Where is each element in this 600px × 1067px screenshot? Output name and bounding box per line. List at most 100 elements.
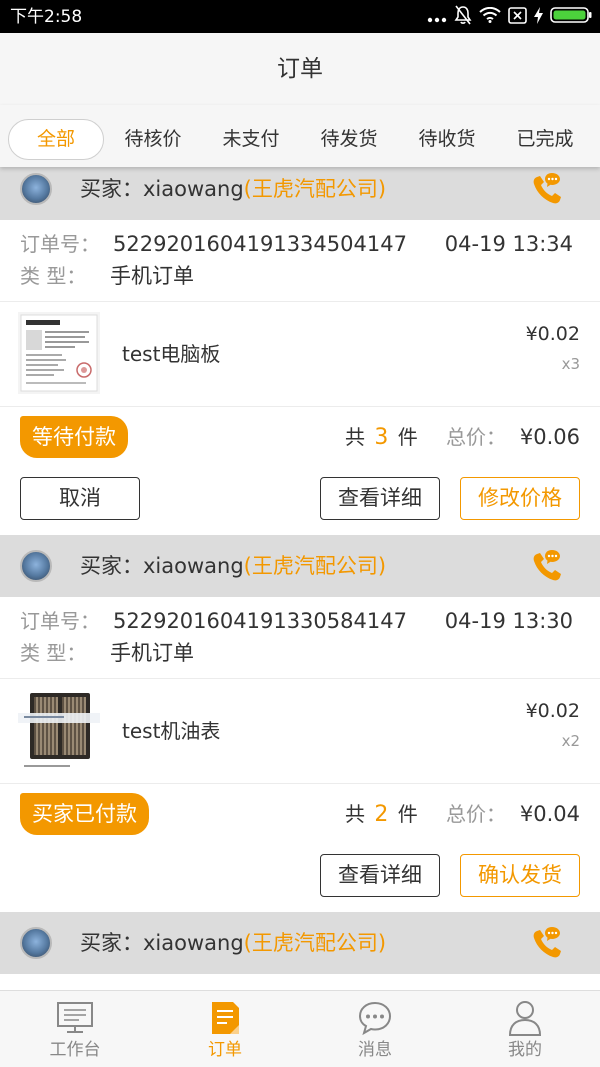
- wifi-icon: [479, 6, 501, 27]
- phone-chat-icon[interactable]: [530, 171, 566, 207]
- tab-to-receive[interactable]: 待收货: [399, 119, 495, 160]
- count-prefix: 共: [345, 425, 365, 449]
- order-summary: 买家已付款 共 2 件 总价： ¥0.04: [0, 784, 600, 844]
- tab-to-ship[interactable]: 待发货: [301, 119, 397, 160]
- tab-completed[interactable]: 已完成: [497, 119, 593, 160]
- product-item[interactable]: test电脑板 ¥0.02 x3: [0, 302, 600, 407]
- avatar: [20, 550, 52, 582]
- order-info: [0, 974, 600, 990]
- phone-chat-icon[interactable]: [530, 925, 566, 961]
- nav-orders[interactable]: 订单: [150, 991, 300, 1067]
- buyer-info: 买家：xiaowang(王虎汽配公司): [80, 535, 386, 597]
- total-price: ¥0.04: [519, 802, 580, 826]
- nav-orders-label: 订单: [208, 1040, 242, 1060]
- tab-pending-price[interactable]: 待核价: [105, 119, 201, 160]
- product-name: test电脑板: [122, 342, 221, 366]
- phone-chat-icon[interactable]: [530, 548, 566, 584]
- total-price: ¥0.06: [519, 425, 580, 449]
- product-quantity: x3: [561, 355, 580, 373]
- order-type: 手机订单: [110, 264, 194, 288]
- status-badge: 买家已付款: [20, 793, 149, 835]
- product-item[interactable]: test机油表 ¥0.02 x2: [0, 679, 600, 784]
- view-details-button[interactable]: 查看详细: [320, 854, 440, 897]
- order-type-label: 类 型：: [20, 641, 87, 665]
- avatar: [20, 927, 52, 959]
- product-thumbnail: [18, 312, 100, 394]
- page-title: 订单: [277, 56, 323, 82]
- nav-messages-label: 消息: [358, 1040, 392, 1060]
- buyer-row: 买家：xiaowang(王虎汽配公司): [0, 535, 600, 597]
- person-icon: [450, 999, 600, 1037]
- nav-profile[interactable]: 我的: [450, 991, 600, 1067]
- order-number-label: 订单号：: [20, 609, 100, 633]
- buyer-company: (王虎汽配公司): [243, 177, 387, 201]
- order-actions: 取消 查看详细 修改价格: [0, 467, 600, 535]
- total-label: 总价：: [446, 802, 506, 826]
- product-name: test机油表: [122, 719, 221, 743]
- no-sim-icon: [508, 6, 527, 28]
- monitor-icon: [0, 999, 150, 1037]
- item-count: 共 3 件: [345, 407, 418, 468]
- order-number: 5229201604191334504147: [113, 232, 407, 256]
- count-suffix: 件: [397, 802, 418, 826]
- confirm-shipment-button[interactable]: 确认发货: [460, 854, 580, 897]
- nav-profile-label: 我的: [508, 1040, 542, 1060]
- buyer-company: (王虎汽配公司): [243, 931, 387, 955]
- buyer-row: 买家：xiaowang(王虎汽配公司): [0, 912, 600, 974]
- item-count: 共 2 件: [345, 784, 418, 845]
- clock: 下午2:58: [10, 7, 83, 27]
- order-time: 04-19 13:34: [444, 232, 573, 256]
- buyer-name: xiaowang: [143, 931, 244, 955]
- avatar: [20, 173, 52, 205]
- buyer-info: 买家：xiaowang(王虎汽配公司): [80, 912, 386, 974]
- status-bar: 下午2:58: [0, 0, 600, 33]
- more-dots-icon: [427, 8, 447, 27]
- order-document-icon: [150, 999, 300, 1037]
- buyer-label: 买家：: [80, 177, 143, 201]
- order-time: 04-19 13:30: [444, 609, 573, 633]
- tab-all[interactable]: 全部: [8, 119, 104, 160]
- order-actions: 查看详细 确认发货: [0, 844, 600, 912]
- order-list[interactable]: 买家：xiaowang(王虎汽配公司) 订单号： 522920160419133…: [0, 167, 600, 990]
- order-card[interactable]: 买家：xiaowang(王虎汽配公司): [0, 912, 600, 990]
- nav-workbench-label: 工作台: [49, 1040, 101, 1060]
- count-prefix: 共: [345, 802, 365, 826]
- order-summary: 等待付款 共 3 件 总价： ¥0.06: [0, 407, 600, 467]
- status-badge: 等待付款: [20, 416, 128, 458]
- modify-price-button[interactable]: 修改价格: [460, 477, 580, 520]
- buyer-info: 买家：xiaowang(王虎汽配公司): [80, 167, 386, 220]
- notifications-muted-icon: [454, 5, 472, 29]
- buyer-row: 买家：xiaowang(王虎汽配公司): [0, 167, 600, 220]
- tab-unpaid[interactable]: 未支付: [203, 119, 299, 160]
- order-number-label: 订单号：: [20, 232, 100, 256]
- product-quantity: x2: [561, 732, 580, 750]
- cancel-button[interactable]: 取消: [20, 477, 140, 520]
- order-type: 手机订单: [110, 641, 194, 665]
- product-thumbnail: [18, 689, 100, 771]
- view-details-button[interactable]: 查看详细: [320, 477, 440, 520]
- count-value: 3: [374, 425, 389, 450]
- buyer-name: xiaowang: [143, 177, 244, 201]
- message-bubble-icon: [300, 999, 450, 1037]
- charging-icon: [534, 6, 543, 28]
- nav-messages[interactable]: 消息: [300, 991, 450, 1067]
- nav-workbench[interactable]: 工作台: [0, 991, 150, 1067]
- count-value: 2: [374, 802, 389, 827]
- battery-icon: [550, 6, 592, 28]
- order-info: 订单号： 5229201604191330584147 04-19 13:30 …: [0, 597, 600, 679]
- order-filter-tabs: 全部 待核价 未支付 待发货 待收货 已完成: [0, 105, 600, 167]
- buyer-label: 买家：: [80, 554, 143, 578]
- order-card[interactable]: 买家：xiaowang(王虎汽配公司) 订单号： 522920160419133…: [0, 167, 600, 535]
- count-suffix: 件: [397, 425, 418, 449]
- buyer-company: (王虎汽配公司): [243, 554, 387, 578]
- header: 订单: [0, 33, 600, 105]
- order-info: 订单号： 5229201604191334504147 04-19 13:34 …: [0, 220, 600, 302]
- buyer-name: xiaowang: [143, 554, 244, 578]
- order-type-label: 类 型：: [20, 264, 87, 288]
- buyer-label: 买家：: [80, 931, 143, 955]
- status-icons: [427, 5, 592, 29]
- order-card[interactable]: 买家：xiaowang(王虎汽配公司) 订单号： 522920160419133…: [0, 535, 600, 912]
- bottom-navigation: 工作台 订单 消息 我的: [0, 990, 600, 1067]
- product-price: ¥0.02: [525, 700, 580, 722]
- order-number: 5229201604191330584147: [113, 609, 407, 633]
